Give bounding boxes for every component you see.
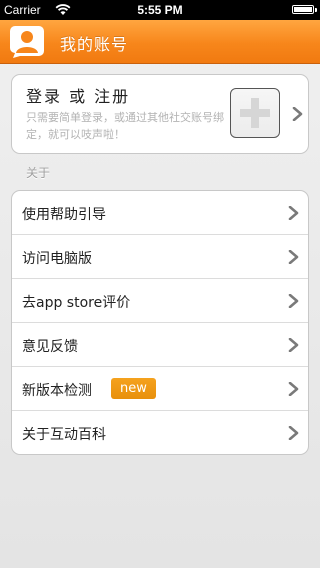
nav-title: 我的账号 — [60, 35, 129, 54]
menu-item-feedback[interactable]: 意见反馈 — [12, 323, 308, 367]
login-subtitle: 只需要简单登录，或通过其他社交账号绑定，就可以吱声啦！ — [26, 111, 224, 141]
login-card[interactable]: 登录 或 注册 只需要简单登录，或通过其他社交账号绑定，就可以吱声啦！ — [11, 74, 309, 154]
new-badge: new — [111, 378, 156, 399]
menu-item-label: 使用帮助引导 — [22, 207, 106, 223]
menu-item-label: 关于互动百科 — [22, 427, 106, 443]
settings-menu-list: 使用帮助引导 访问电脑版 去app store评价 意见反馈 新版本检测 new… — [11, 190, 309, 455]
battery-icon — [292, 5, 317, 14]
menu-item-label: 意见反馈 — [22, 339, 78, 355]
menu-item-label: 去app store评价 — [22, 295, 131, 311]
user-avatar-icon[interactable] — [9, 24, 45, 58]
menu-item-desktop-version[interactable]: 访问电脑版 — [12, 235, 308, 279]
chevron-right-icon — [288, 338, 299, 352]
chevron-right-icon — [288, 206, 299, 220]
status-bar: Carrier 5:55 PM — [0, 0, 320, 20]
chevron-right-icon — [288, 294, 299, 308]
menu-item-label: 访问电脑版 — [22, 251, 92, 267]
menu-item-about-hudong[interactable]: 关于互动百科 — [12, 411, 308, 454]
menu-item-rate-app-store[interactable]: 去app store评价 — [12, 279, 308, 323]
chevron-right-icon — [288, 426, 299, 440]
section-header-about: 关于 — [26, 166, 51, 180]
chevron-right-icon — [292, 107, 303, 121]
menu-item-help-guide[interactable]: 使用帮助引导 — [12, 191, 308, 235]
login-title: 登录 或 注册 — [26, 87, 131, 106]
nav-bar: 我的账号 — [0, 20, 320, 64]
menu-item-check-update[interactable]: 新版本检测 new — [12, 367, 308, 411]
chevron-right-icon — [288, 382, 299, 396]
status-time: 5:55 PM — [137, 3, 183, 17]
menu-item-label: 新版本检测 — [22, 383, 92, 399]
chevron-right-icon — [288, 250, 299, 264]
add-account-button[interactable] — [230, 88, 280, 138]
